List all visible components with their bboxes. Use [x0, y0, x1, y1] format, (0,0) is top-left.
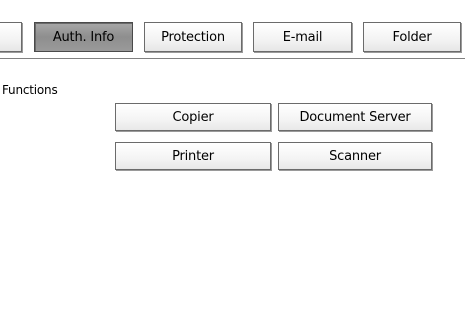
tab-bar: Auth. Info Protection E-mail Folder — [0, 0, 465, 58]
tab-auth-info[interactable]: Auth. Info — [34, 22, 133, 52]
copier-button[interactable]: Copier — [115, 103, 271, 131]
tab-folder-label: Folder — [392, 29, 432, 45]
tab-protection[interactable]: Protection — [144, 22, 242, 52]
auth-info-panel: Functions Copier Document Server Printer… — [0, 59, 465, 332]
printer-button[interactable]: Printer — [115, 142, 271, 170]
tab-previous-partial[interactable] — [0, 22, 22, 52]
document-server-button[interactable]: Document Server — [278, 103, 432, 131]
user-settings-screen: Auth. Info Protection E-mail Folder Func… — [0, 0, 465, 332]
tab-protection-label: Protection — [161, 29, 225, 45]
document-server-button-label: Document Server — [299, 109, 411, 125]
tab-folder[interactable]: Folder — [363, 22, 461, 52]
scanner-button-label: Scanner — [329, 148, 381, 164]
functions-label: Functions — [2, 83, 58, 97]
tab-email-label: E-mail — [282, 29, 323, 45]
copier-button-label: Copier — [172, 109, 214, 125]
tab-email[interactable]: E-mail — [253, 22, 352, 52]
printer-button-label: Printer — [172, 148, 214, 164]
tab-auth-info-label: Auth. Info — [52, 29, 115, 45]
scanner-button[interactable]: Scanner — [278, 142, 432, 170]
